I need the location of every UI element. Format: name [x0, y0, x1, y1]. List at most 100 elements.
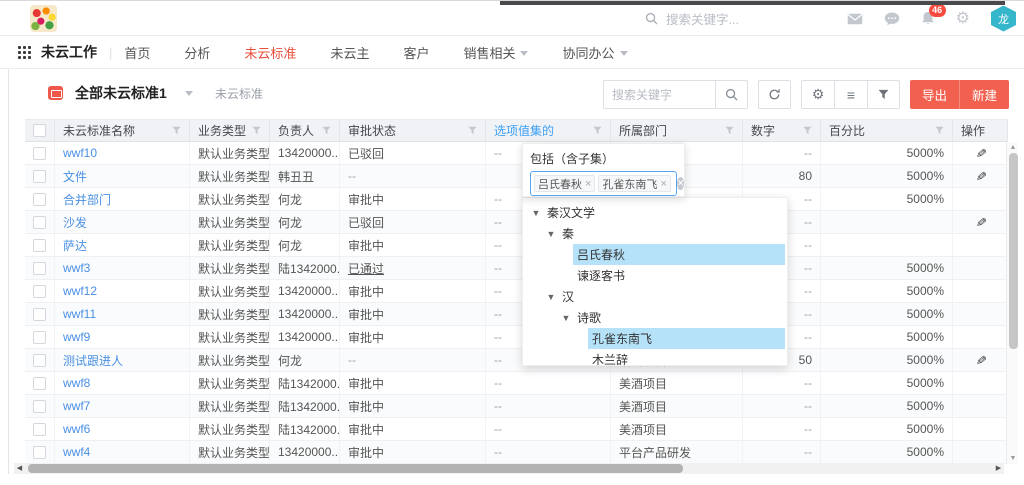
horizontal-scrollbar-thumb[interactable] — [28, 464, 683, 473]
mail-icon[interactable] — [847, 13, 863, 25]
nav-item-2[interactable]: 未云标准 — [244, 43, 296, 62]
column-header-pct[interactable]: 百分比 — [821, 120, 953, 141]
tree-collapse-icon[interactable]: ▼ — [544, 292, 558, 302]
nav-item-1[interactable]: 分析 — [184, 43, 210, 62]
edit-pencil-icon[interactable]: ✎ — [972, 170, 989, 182]
nav-item-5[interactable]: 销售相关 — [463, 43, 528, 62]
vertical-scrollbar-thumb[interactable] — [1009, 153, 1018, 349]
tree-item-4[interactable]: ▼汉 — [523, 286, 787, 307]
row-checkbox[interactable] — [33, 446, 46, 459]
funnel-icon[interactable] — [322, 126, 331, 135]
tree-item-5[interactable]: ▼诗歌 — [523, 307, 787, 328]
cell-name[interactable]: 萨达 — [63, 237, 87, 254]
tree-item-0[interactable]: ▼秦汉文学 — [523, 202, 787, 223]
cell-name[interactable]: wwf3 — [63, 261, 90, 275]
remove-tag-icon[interactable]: × — [660, 178, 666, 190]
funnel-icon[interactable] — [935, 126, 944, 135]
tree-item-7[interactable]: 木兰辞 — [523, 349, 787, 366]
tree-item-2[interactable]: 吕氏春秋 — [523, 244, 787, 265]
row-checkbox[interactable] — [33, 285, 46, 298]
column-header-approval[interactable]: 审批状态 — [340, 120, 486, 141]
edit-pencil-icon[interactable]: ✎ — [972, 354, 989, 366]
nav-item-6[interactable]: 协同办公 — [562, 43, 627, 62]
tree-collapse-icon[interactable]: ▼ — [529, 208, 543, 218]
tree-collapse-icon[interactable]: ▼ — [559, 313, 573, 323]
edit-pencil-icon[interactable]: ✎ — [972, 147, 989, 159]
horizontal-scrollbar[interactable]: ◀ ▶ — [14, 463, 1004, 474]
row-checkbox[interactable] — [33, 308, 46, 321]
cell-name[interactable]: wwf9 — [63, 330, 90, 344]
column-header-name[interactable]: 未云标准名称 — [55, 120, 190, 141]
tree-item-1[interactable]: ▼秦 — [523, 223, 787, 244]
column-header-optionset[interactable]: 选项值集的 — [486, 120, 611, 141]
cell-name[interactable]: wwf12 — [63, 284, 97, 298]
workspace-title[interactable]: 未云工作 — [41, 42, 97, 62]
chevron-down-icon[interactable] — [185, 91, 193, 96]
app-launcher-grid-icon[interactable] — [18, 46, 31, 59]
cell-name[interactable]: 合并部门 — [63, 191, 111, 208]
global-search[interactable]: 搜索关键字... — [645, 1, 739, 36]
cell-name[interactable]: wwf7 — [63, 399, 90, 413]
cell-name[interactable]: wwf6 — [63, 422, 90, 436]
column-header-num[interactable]: 数字 — [743, 120, 821, 141]
select-all-checkbox[interactable] — [33, 124, 46, 137]
row-checkbox[interactable] — [33, 239, 46, 252]
column-header-op[interactable]: 操作 — [953, 120, 1008, 141]
row-checkbox[interactable] — [33, 216, 46, 229]
list-search-button[interactable] — [715, 80, 748, 109]
cell-name[interactable]: 文件 — [63, 168, 87, 185]
funnel-icon[interactable] — [252, 126, 261, 135]
row-checkbox[interactable] — [33, 423, 46, 436]
column-header-type[interactable]: 业务类型 — [190, 120, 270, 141]
remove-tag-icon[interactable]: × — [585, 178, 591, 190]
tree-item-3[interactable]: 谏逐客书 — [523, 265, 787, 286]
cell-name[interactable]: 测试跟进人 — [63, 352, 123, 369]
settings-button[interactable]: ⚙ — [801, 80, 834, 109]
row-checkbox[interactable] — [33, 170, 46, 183]
cell-name[interactable]: wwf11 — [63, 307, 96, 321]
bell-icon[interactable]: 46 — [921, 11, 935, 26]
cell-name[interactable]: 沙发 — [63, 214, 87, 231]
list-search-input[interactable]: 搜索关键字 — [603, 80, 715, 109]
nav-item-0[interactable]: 首页 — [124, 43, 150, 62]
clear-input-icon[interactable]: ✕ — [677, 177, 685, 190]
cell-name[interactable]: wwf4 — [63, 445, 90, 459]
filter-button[interactable] — [867, 80, 900, 109]
gear-icon[interactable]: ⚙ — [956, 11, 970, 27]
create-button[interactable]: 新建 — [960, 80, 1009, 109]
column-header-owner[interactable]: 负责人 — [270, 120, 340, 141]
edit-pencil-icon[interactable]: ✎ — [972, 216, 989, 228]
funnel-icon[interactable] — [725, 126, 734, 135]
funnel-icon[interactable] — [803, 126, 812, 135]
nav-item-4[interactable]: 客户 — [403, 43, 429, 62]
scroll-left-icon[interactable]: ◀ — [14, 463, 25, 474]
cell-name[interactable]: wwf10 — [63, 146, 97, 160]
row-checkbox[interactable] — [33, 262, 46, 275]
funnel-icon[interactable] — [468, 126, 477, 135]
tree-item-6[interactable]: 孔雀东南飞 — [523, 328, 787, 349]
cell-name[interactable]: wwf8 — [63, 376, 90, 390]
export-button[interactable]: 导出 — [910, 80, 960, 109]
scroll-right-icon[interactable]: ▶ — [993, 463, 1004, 474]
funnel-icon[interactable] — [172, 126, 181, 135]
row-checkbox[interactable] — [33, 400, 46, 413]
view-title[interactable]: 全部未云标准1 — [75, 83, 167, 103]
refresh-button[interactable] — [758, 80, 791, 109]
nav-item-3[interactable]: 未云主 — [330, 43, 369, 62]
scroll-up-icon[interactable]: ▲ — [1007, 142, 1019, 153]
funnel-icon[interactable] — [593, 126, 602, 135]
row-checkbox[interactable] — [33, 331, 46, 344]
column-header-dept[interactable]: 所属部门 — [611, 120, 743, 141]
list-view-button[interactable]: ≡ — [834, 80, 867, 109]
row-checkbox[interactable] — [33, 147, 46, 160]
row-checkbox[interactable] — [33, 354, 46, 367]
vertical-scrollbar[interactable]: ▲ ▼ — [1006, 142, 1018, 464]
tree-collapse-icon[interactable]: ▼ — [544, 229, 558, 239]
chat-icon[interactable] — [884, 12, 900, 26]
app-logo[interactable] — [30, 5, 57, 32]
row-checkbox[interactable] — [33, 377, 46, 390]
scroll-down-icon[interactable]: ▼ — [1007, 453, 1019, 464]
filter-tag-input[interactable]: 吕氏春秋×孔雀东南飞× ✕ — [530, 171, 677, 196]
avatar[interactable]: 龙 — [991, 6, 1016, 32]
row-checkbox[interactable] — [33, 193, 46, 206]
